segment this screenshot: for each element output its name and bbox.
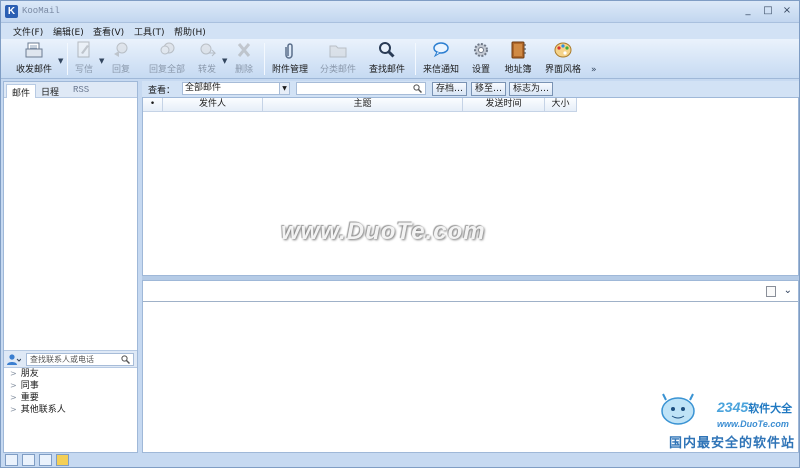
skin-button[interactable]: 界面风格 bbox=[542, 41, 584, 77]
new-mail-notify-button[interactable]: 来信通知 bbox=[420, 41, 462, 77]
status-bar bbox=[3, 453, 799, 467]
chevron-right-icon: > bbox=[10, 393, 17, 402]
chevron-right-icon: > bbox=[10, 405, 17, 414]
paperclip-icon bbox=[285, 43, 293, 59]
document-icon[interactable] bbox=[766, 286, 776, 297]
search-icon[interactable] bbox=[121, 355, 130, 364]
contact-search-bar: 查找联系人或电话 bbox=[4, 350, 137, 368]
layout-list-icon[interactable] bbox=[5, 454, 18, 466]
chevron-right-icon: > bbox=[10, 369, 17, 378]
tab-mail[interactable]: 邮件 bbox=[6, 84, 37, 99]
watermark-slogan: 国内最安全的软件站 bbox=[669, 436, 796, 451]
archive-button[interactable]: 存档… bbox=[432, 82, 468, 96]
watermark-brand: 2345软件大全 bbox=[717, 399, 793, 415]
toolbar-overflow-button[interactable]: » bbox=[591, 65, 597, 75]
settings-button[interactable]: 设置 bbox=[467, 41, 495, 77]
forward-dropdown-icon[interactable]: ▼ bbox=[222, 57, 227, 65]
watermark-url: www.DuoTe.com bbox=[717, 419, 789, 429]
window-title: KooMail bbox=[22, 6, 60, 16]
app-logo-icon: K bbox=[5, 5, 18, 18]
reply-all-icon bbox=[160, 42, 175, 55]
expand-down-icon[interactable]: ⌄ bbox=[784, 285, 792, 296]
contacts-icon[interactable] bbox=[7, 354, 21, 366]
toolbar: 收发邮件 ▼ 写信 ▼ 回复 回复全部 转发 ▼ 删除 附件管理 分类邮件 查找… bbox=[1, 39, 799, 79]
column-subject[interactable]: 主题 bbox=[263, 98, 463, 112]
maximize-button[interactable]: □ bbox=[761, 5, 775, 17]
column-size[interactable]: 大小 bbox=[545, 98, 577, 112]
chevron-right-icon: > bbox=[10, 381, 17, 390]
menu-file[interactable]: 文件(F) bbox=[13, 25, 43, 38]
filter-bar: 查看： 全部邮件 ▼ 存档… 移至… 标志为… bbox=[142, 81, 799, 97]
magnifier-icon bbox=[379, 42, 395, 58]
mail-list[interactable]: • 发件人 主题 发送时间 大小 bbox=[142, 97, 799, 276]
address-book-icon bbox=[511, 41, 526, 59]
toolbar-separator bbox=[415, 43, 416, 75]
send-receive-dropdown-icon[interactable]: ▼ bbox=[58, 57, 63, 65]
column-sent-time[interactable]: 发送时间 bbox=[463, 98, 545, 112]
compose-icon bbox=[77, 41, 90, 58]
menu-view[interactable]: 查看(V) bbox=[93, 25, 124, 38]
view-filter-select[interactable]: 全部邮件 ▼ bbox=[182, 82, 290, 95]
gear-icon bbox=[474, 43, 488, 57]
layout-preview-icon[interactable] bbox=[39, 454, 52, 466]
app-window: K KooMail _ □ × 文件(F) 编辑(E) 查看(V) 工具(T) … bbox=[0, 0, 800, 468]
toolbar-separator bbox=[67, 43, 68, 75]
note-icon[interactable] bbox=[56, 454, 69, 466]
group-colleagues[interactable]: > 同事 bbox=[10, 380, 66, 392]
send-receive-icon bbox=[25, 42, 43, 58]
contact-groups: > 朋友 > 同事 > 重要 > 其他联系人 bbox=[10, 368, 66, 416]
preview-header: ⌄ bbox=[143, 281, 798, 302]
menu-tools[interactable]: 工具(T) bbox=[134, 25, 165, 38]
group-friends[interactable]: > 朋友 bbox=[10, 368, 66, 380]
reply-all-button[interactable]: 回复全部 bbox=[147, 41, 187, 77]
title-bar: K KooMail _ □ × bbox=[1, 1, 799, 23]
forward-button[interactable]: 转发 bbox=[194, 41, 220, 77]
watermark-text: www.DuoTe.com bbox=[281, 218, 486, 245]
group-important[interactable]: > 重要 bbox=[10, 392, 66, 404]
classify-button[interactable]: 分类邮件 bbox=[317, 41, 359, 77]
contact-search-input[interactable]: 查找联系人或电话 bbox=[26, 353, 134, 366]
menu-bar: 文件(F) 编辑(E) 查看(V) 工具(T) 帮助(H) bbox=[1, 23, 799, 39]
column-status[interactable]: • bbox=[143, 98, 163, 112]
reply-button[interactable]: 回复 bbox=[108, 41, 134, 77]
group-other-contacts[interactable]: > 其他联系人 bbox=[10, 404, 66, 416]
tab-rss[interactable]: RSS bbox=[68, 84, 94, 98]
menu-edit[interactable]: 编辑(E) bbox=[53, 25, 84, 38]
speech-bubble-icon bbox=[433, 42, 449, 58]
address-book-button[interactable]: 地址簿 bbox=[501, 41, 535, 77]
mail-search-input[interactable] bbox=[296, 82, 426, 95]
toolbar-separator bbox=[264, 43, 265, 75]
compose-dropdown-icon[interactable]: ▼ bbox=[99, 57, 104, 65]
chevron-down-icon[interactable]: ▼ bbox=[279, 83, 289, 94]
folder-icon bbox=[329, 45, 347, 58]
column-sender[interactable]: 发件人 bbox=[163, 98, 263, 112]
close-button[interactable]: × bbox=[780, 5, 794, 17]
view-label: 查看： bbox=[148, 86, 176, 96]
delete-icon bbox=[237, 43, 251, 57]
flag-as-button[interactable]: 标志为… bbox=[509, 82, 554, 96]
attachments-button[interactable]: 附件管理 bbox=[269, 41, 311, 77]
layout-columns-icon[interactable] bbox=[22, 454, 35, 466]
reply-icon bbox=[114, 42, 128, 57]
compose-button[interactable]: 写信 bbox=[71, 41, 97, 77]
left-tabs: 邮件 日程 RSS bbox=[4, 82, 137, 99]
move-to-button[interactable]: 移至… bbox=[471, 82, 507, 96]
forward-icon bbox=[200, 43, 217, 57]
menu-help[interactable]: 帮助(H) bbox=[174, 25, 206, 38]
palette-icon bbox=[554, 42, 572, 58]
search-icon[interactable] bbox=[413, 84, 422, 93]
delete-button[interactable]: 删除 bbox=[231, 41, 257, 77]
find-mail-button[interactable]: 查找邮件 bbox=[366, 41, 408, 77]
minimize-button[interactable]: _ bbox=[741, 5, 755, 17]
tab-calendar[interactable]: 日程 bbox=[36, 84, 64, 98]
left-panel: 邮件 日程 RSS 查找联系人或电话 > 朋友 > 同事 > 重要 > 其他联系人 bbox=[3, 81, 138, 453]
send-receive-button[interactable]: 收发邮件 bbox=[11, 41, 57, 77]
